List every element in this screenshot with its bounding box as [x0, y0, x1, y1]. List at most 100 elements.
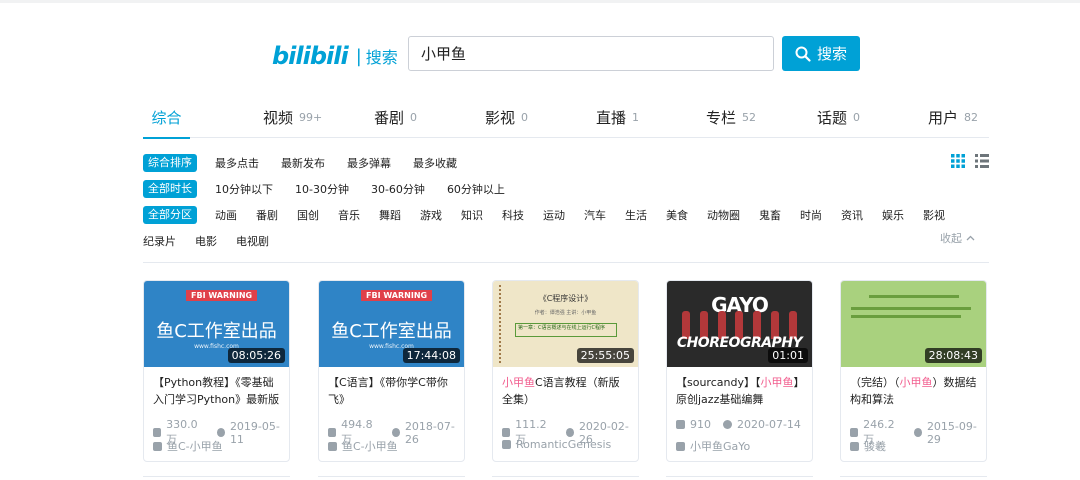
filter-order-option[interactable]: 最多点击 — [215, 155, 259, 171]
filter-order-option[interactable]: 最多弹幕 — [347, 155, 391, 171]
filter-zone-option[interactable]: 资讯 — [841, 207, 863, 223]
filter-zone-active[interactable]: 全部分区 — [143, 206, 197, 224]
filter-zone-option[interactable]: 时尚 — [800, 207, 822, 223]
thumb-text-line — [869, 295, 959, 298]
filter-zone-option[interactable]: 番剧 — [256, 207, 278, 223]
video-title[interactable]: （完结）（小甲鱼）数据结构和算法 — [850, 374, 980, 410]
filter-order-active[interactable]: 综合排序 — [143, 154, 197, 172]
tab-article[interactable]: 专栏 52 — [706, 96, 756, 138]
video-title[interactable]: 【C语言】《带你学C带你飞》 — [328, 374, 458, 410]
thumb-subtitle: 作者：谭浩强 主讲：小甲鱼 — [534, 310, 597, 316]
filter-zone-option[interactable]: 运动 — [543, 207, 565, 223]
filter-divider — [143, 262, 989, 263]
filter-duration-option[interactable]: 10分钟以下 — [215, 181, 273, 197]
filter-zone-option[interactable]: 电视剧 — [236, 233, 269, 249]
video-thumbnail[interactable]: FBI WARNING 鱼C工作室出品 www.fishc.com 08:05:… — [144, 281, 289, 367]
filter-order-option[interactable]: 最新发布 — [281, 155, 325, 171]
video-author[interactable]: 骏羲 — [850, 438, 886, 454]
video-title[interactable]: 【Python教程】《零基础入门学习Python》最新版 — [153, 374, 283, 410]
tab-film[interactable]: 影视 0 — [485, 96, 528, 138]
thumb-text-line — [851, 315, 961, 318]
tab-count: 52 — [742, 110, 757, 124]
filter-zone-option[interactable]: 动物圈 — [707, 207, 740, 223]
filter-zone-option[interactable]: 动画 — [215, 207, 237, 223]
filter-zone-option[interactable]: 美食 — [666, 207, 688, 223]
tab-count: 0 — [410, 110, 418, 124]
filter-zone-option[interactable]: 纪录片 — [143, 233, 176, 249]
video-thumbnail[interactable]: 《C程序设计》 作者：谭浩强 主讲：小甲鱼 第一章：C语言概述与在线上运行C程序… — [493, 281, 638, 367]
filter-order-option[interactable]: 最多收藏 — [413, 155, 457, 171]
view-count: 910 — [690, 418, 711, 431]
video-title[interactable]: 【sourcandy】【小甲鱼】原创jazz基础编舞 — [676, 374, 806, 410]
video-card[interactable]: 《C程序设计》 作者：谭浩强 主讲：小甲鱼 第一章：C语言概述与在线上运行C程序… — [492, 280, 639, 462]
tab-label: 影视 — [485, 108, 516, 127]
grid-view-icon[interactable] — [951, 154, 965, 168]
video-thumbnail[interactable]: FBI WARNING 鱼C工作室出品 www.fishc.com 17:44:… — [319, 281, 464, 367]
video-thumbnail[interactable]: 28:08:43 — [841, 281, 986, 367]
title-highlight: 小甲鱼 — [899, 376, 933, 389]
tab-bangumi[interactable]: 番剧 0 — [374, 96, 417, 138]
video-card[interactable]: 28:08:43 （完结）（小甲鱼）数据结构和算法 246.2万 2015-09… — [840, 280, 987, 462]
video-author[interactable]: 鱼C-小甲鱼 — [328, 438, 398, 454]
filter-zone-option[interactable]: 汽车 — [584, 207, 606, 223]
next-row-card-edge — [318, 476, 465, 480]
upload-date: 2019-05-11 — [229, 419, 280, 446]
filter-zone-option[interactable]: 鬼畜 — [759, 207, 781, 223]
video-author[interactable]: RomanticGenesis — [502, 438, 611, 451]
uploader-icon — [328, 441, 337, 451]
video-card[interactable]: FBI WARNING 鱼C工作室出品 www.fishc.com 08:05:… — [143, 280, 290, 462]
tab-live[interactable]: 直播 1 — [596, 96, 639, 138]
next-row-card-edge — [143, 476, 290, 480]
tab-all[interactable]: 综合 — [143, 96, 190, 139]
title-text: 【Python教程】《零基础入门学习Python》最新版 — [153, 376, 280, 406]
filter-zone-option[interactable]: 电影 — [195, 233, 217, 249]
video-duration: 28:08:43 — [924, 348, 982, 363]
filter-duration-option[interactable]: 60分钟以上 — [447, 181, 505, 197]
bilibili-logo[interactable]: bilibili | 搜索 — [272, 40, 398, 72]
uploader-icon — [676, 441, 685, 451]
search-input[interactable] — [408, 36, 774, 71]
video-duration: 25:55:05 — [576, 348, 634, 363]
filter-zone-option[interactable]: 影视 — [923, 207, 945, 223]
filter-duration-option[interactable]: 30-60分钟 — [371, 181, 425, 197]
filter-zone-option[interactable]: 知识 — [461, 207, 483, 223]
video-duration: 17:44:08 — [402, 348, 460, 363]
author-name: 鱼C-小甲鱼 — [342, 440, 398, 453]
zone-filter-row: 全部分区 动画 番剧 国创 音乐 舞蹈 游戏 知识 科技 运动 汽车 生活 美食… — [143, 204, 989, 226]
duration-filter-row: 全部时长 10分钟以下 10-30分钟 30-60分钟 60分钟以上 — [143, 178, 989, 200]
filter-zone-option[interactable]: 游戏 — [420, 207, 442, 223]
search-button[interactable]: 搜索 — [782, 36, 860, 71]
video-thumbnail[interactable]: GAYO CHOREOGRAPHY 01:01 — [667, 281, 812, 367]
tab-user[interactable]: 用户 82 — [928, 96, 978, 138]
tab-label: 视频 — [263, 108, 294, 127]
uploader-icon — [502, 440, 511, 449]
filter-zone-option[interactable]: 生活 — [625, 207, 647, 223]
clock-icon — [391, 428, 400, 437]
upload-date: 2020-07-14 — [737, 418, 801, 431]
video-title[interactable]: 小甲鱼C语言教程（新版 全集） — [502, 374, 632, 410]
uploader-icon — [153, 441, 162, 451]
filter-zone-option[interactable]: 娱乐 — [882, 207, 904, 223]
thumb-text-line — [851, 307, 971, 310]
play-count-icon — [676, 420, 685, 429]
chevron-up-icon — [966, 235, 975, 241]
tab-video[interactable]: 视频 99+ — [263, 96, 322, 138]
filter-zone-option[interactable]: 科技 — [502, 207, 524, 223]
collapse-filters-button[interactable]: 收起 — [940, 230, 975, 246]
video-author[interactable]: 鱼C-小甲鱼 — [153, 438, 223, 454]
title-highlight: 小甲鱼 — [760, 376, 794, 389]
tab-topic[interactable]: 话题 0 — [817, 96, 860, 138]
filter-duration-active[interactable]: 全部时长 — [143, 180, 197, 198]
filter-zone-option[interactable]: 国创 — [297, 207, 319, 223]
thumb-title: 鱼C工作室出品 — [156, 321, 277, 342]
tab-label: 专栏 — [706, 108, 737, 127]
list-view-icon[interactable] — [975, 154, 989, 168]
filter-zone-option[interactable]: 音乐 — [338, 207, 360, 223]
filter-duration-option[interactable]: 10-30分钟 — [295, 181, 349, 197]
video-card[interactable]: FBI WARNING 鱼C工作室出品 www.fishc.com 17:44:… — [318, 280, 465, 462]
video-author[interactable]: 小甲鱼GaYo — [676, 438, 750, 454]
filter-zone-option[interactable]: 舞蹈 — [379, 207, 401, 223]
video-card[interactable]: GAYO CHOREOGRAPHY 01:01 【sourcandy】【小甲鱼】… — [666, 280, 813, 462]
tab-label: 用户 — [928, 108, 959, 127]
next-row-card-edge — [492, 476, 639, 480]
